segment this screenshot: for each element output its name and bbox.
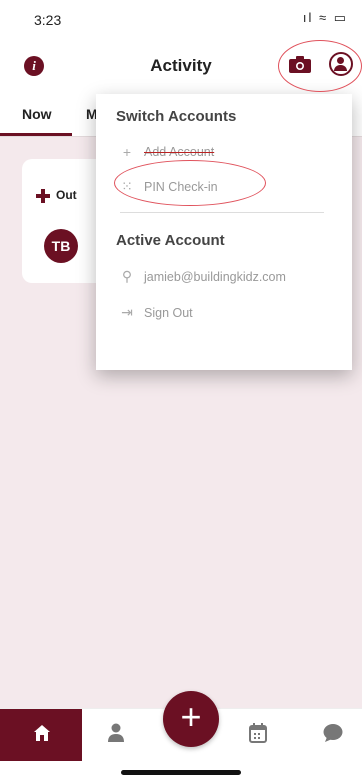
status-bar: 3:23 ıl ≈ ▭ [0, 0, 362, 36]
annotation-circle-account [278, 40, 362, 92]
add-button[interactable]: + [163, 691, 219, 747]
add-icon: + [180, 696, 202, 737]
active-account-email: jamieb@buildingkidz.com [144, 269, 286, 284]
add-account-item[interactable]: + Add Account [120, 144, 214, 160]
sign-out-item[interactable]: ⇥ Sign Out [120, 304, 193, 321]
switch-accounts-heading: Switch Accounts [116, 108, 237, 125]
home-icon [34, 725, 50, 741]
user-icon: ⚲ [121, 268, 133, 284]
status-time: 3:23 [34, 12, 62, 28]
tab-active-underline [0, 133, 72, 136]
add-account-label: Add Account [144, 145, 215, 159]
person-icon[interactable] [108, 723, 124, 743]
card-label: Out [56, 188, 77, 202]
status-icons: ıl ≈ ▭ [302, 10, 348, 25]
nav-home[interactable] [0, 709, 82, 761]
sign-out-label: Sign Out [144, 305, 193, 320]
account-dropdown: Switch Accounts + Add Account ⁙ PIN Chec… [96, 94, 352, 370]
annotation-circle-pin [114, 160, 266, 206]
plus-icon: + [122, 144, 132, 160]
calendar-icon[interactable] [249, 723, 267, 743]
active-account-heading: Active Account [116, 232, 225, 249]
tab-now[interactable]: Now [22, 106, 52, 122]
sign-out-icon: ⇥ [121, 304, 133, 320]
menu-divider [120, 212, 324, 213]
chat-icon[interactable] [323, 723, 343, 743]
avatar: TB [44, 229, 78, 263]
home-indicator [121, 770, 241, 775]
medical-cross-icon [36, 189, 50, 203]
active-account-item: ⚲ jamieb@buildingkidz.com [120, 268, 286, 285]
